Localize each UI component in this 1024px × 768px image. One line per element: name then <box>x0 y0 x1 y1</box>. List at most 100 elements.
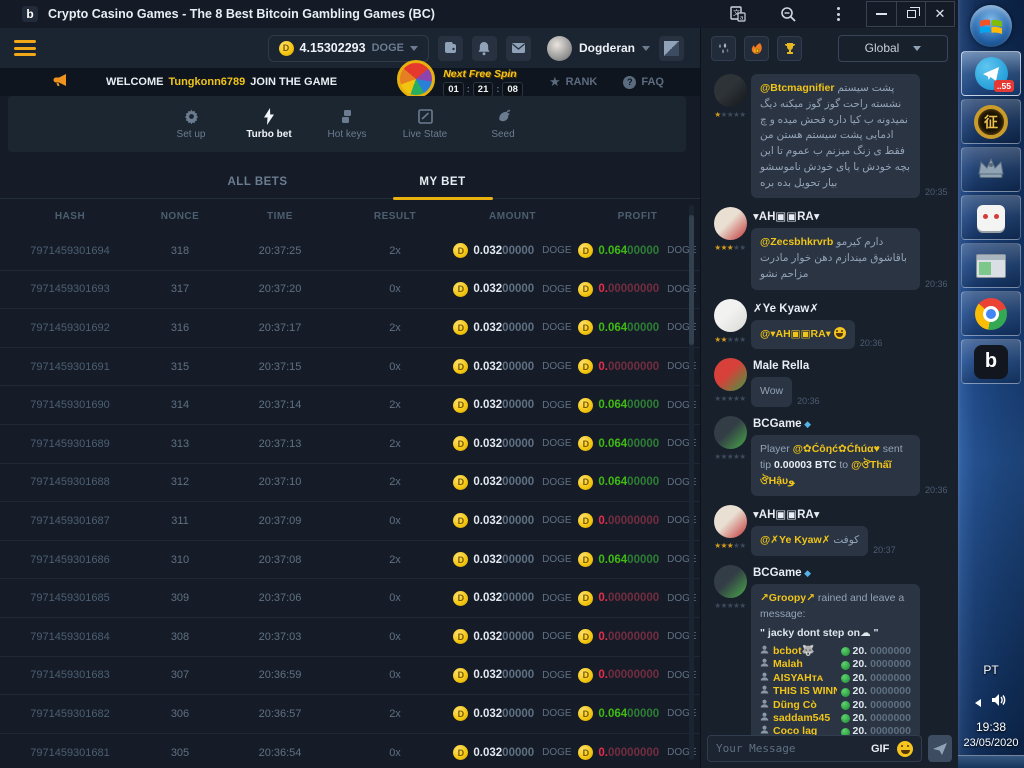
game-tab-turbo-bet[interactable]: Turbo bet <box>243 108 295 140</box>
bet-row[interactable]: 797145930168631020:37:082xD0.03200000DOG… <box>0 541 700 580</box>
bet-hash[interactable]: 7971459301686 <box>0 554 140 566</box>
menu-dots-icon[interactable] <box>828 5 848 23</box>
translate-icon[interactable]: 文a <box>728 5 748 23</box>
tab-my-bet[interactable]: MY BET <box>393 170 493 198</box>
taskbar-item-bc-game[interactable]: b <box>961 339 1021 384</box>
send-message-button[interactable] <box>928 735 952 762</box>
bet-nonce: 310 <box>140 554 220 566</box>
message-username[interactable]: Male Rella <box>753 360 950 372</box>
user-avatar[interactable] <box>714 74 747 107</box>
bet-hash[interactable]: 7971459301694 <box>0 245 140 257</box>
bet-row[interactable]: 797145930168130520:36:540xD0.03200000DOG… <box>0 734 700 768</box>
bet-row[interactable]: 797145930168330720:36:590xD0.03200000DOG… <box>0 657 700 696</box>
user-mention[interactable]: @▾AH▣▣RA▾ <box>760 328 831 340</box>
chat-input-box[interactable]: GIF <box>707 735 922 762</box>
bet-row[interactable]: 797145930168530920:37:060xD0.03200000DOG… <box>0 579 700 618</box>
bet-row[interactable]: 797145930168230620:36:572xD0.03200000DOG… <box>0 695 700 734</box>
welcome-banner: WELCOME Tungkonn6789 JOIN THE GAME Next … <box>0 68 700 96</box>
bet-hash[interactable]: 7971459301683 <box>0 669 140 681</box>
message-username[interactable]: BCGame ◆ <box>753 418 950 430</box>
bet-row[interactable]: 797145930169131520:37:150xD0.03200000DOG… <box>0 348 700 387</box>
fireball-icon[interactable]: D <box>744 36 769 61</box>
theme-toggle-button[interactable] <box>659 36 684 61</box>
chat-channel-select[interactable]: Global <box>838 35 948 62</box>
game-tab-seed[interactable]: Seed <box>477 108 529 140</box>
user-avatar[interactable] <box>714 505 747 538</box>
zoom-out-icon[interactable] <box>778 5 798 23</box>
close-button[interactable]: ✕ <box>925 2 954 26</box>
speaker-icon[interactable] <box>991 693 1007 712</box>
bet-row[interactable]: 797145930168931320:37:132xD0.03200000DOG… <box>0 425 700 464</box>
rain-sender[interactable]: ↗Groopy↗ <box>760 592 815 604</box>
winner-name[interactable]: Coco lag <box>773 724 817 735</box>
message-input[interactable] <box>716 742 863 755</box>
tray-expand-icon[interactable] <box>975 699 981 707</box>
bet-row[interactable]: 797145930169431820:37:252xD0.03200000DOG… <box>0 232 700 271</box>
taskbar-item-telegram[interactable]: ..55 <box>961 51 1021 96</box>
rain-icon[interactable] <box>711 36 736 61</box>
taskbar-item-dice[interactable] <box>961 195 1021 240</box>
column-header-result: RESULT <box>340 211 450 222</box>
balance-selector[interactable]: D 4.15302293 DOGE <box>268 35 429 62</box>
tab-all-bets[interactable]: ALL BETS <box>208 170 308 198</box>
trophy-icon[interactable] <box>777 36 802 61</box>
mail-button[interactable] <box>506 36 531 61</box>
taskbar-item-windows-start[interactable] <box>961 3 1021 48</box>
show-desktop-button[interactable] <box>958 755 1024 768</box>
bet-hash[interactable]: 7971459301691 <box>0 361 140 373</box>
language-indicator[interactable]: PT <box>983 663 998 677</box>
free-spin-widget[interactable]: Next Free Spin 01 : 21 : 08 <box>397 66 523 98</box>
wallet-button[interactable] <box>438 36 463 61</box>
bet-hash[interactable]: 7971459301690 <box>0 399 140 411</box>
rank-link[interactable]: ★ RANK <box>549 74 597 90</box>
bet-hash[interactable]: 7971459301687 <box>0 515 140 527</box>
game-tab-hot-keys[interactable]: Hot keys <box>321 108 373 140</box>
taskbar-item-game-emblem[interactable]: 征 <box>961 99 1021 144</box>
bet-hash[interactable]: 7971459301692 <box>0 322 140 334</box>
faq-link[interactable]: ? FAQ <box>623 76 664 89</box>
user-menu[interactable]: Dogderan <box>547 36 650 61</box>
table-scrollbar[interactable] <box>689 205 694 760</box>
game-tab-set-up[interactable]: Set up <box>165 108 217 140</box>
user-avatar[interactable] <box>714 207 747 240</box>
taskbar-item-chrome[interactable] <box>961 291 1021 336</box>
taskbar-item-window-app[interactable] <box>961 243 1021 288</box>
emoji-picker-button[interactable] <box>897 741 913 757</box>
hamburger-menu-icon[interactable] <box>14 40 36 56</box>
bet-row[interactable]: 797145930168831220:37:102xD0.03200000DOG… <box>0 464 700 503</box>
bet-hash[interactable]: 7971459301689 <box>0 438 140 450</box>
user-mention[interactable]: @✗Ye Kyaw✗ <box>760 534 830 546</box>
bet-hash[interactable]: 7971459301685 <box>0 592 140 604</box>
user-avatar[interactable] <box>714 358 747 391</box>
bet-hash[interactable]: 7971459301693 <box>0 283 140 295</box>
user-avatar[interactable] <box>714 416 747 449</box>
bet-hash[interactable]: 7971459301684 <box>0 631 140 643</box>
clock-time[interactable]: 19:38 <box>976 720 1006 734</box>
game-tab-live-state[interactable]: Live State <box>399 108 451 140</box>
notifications-bell-button[interactable] <box>472 36 497 61</box>
bet-row[interactable]: 797145930169231620:37:172xD0.03200000DOG… <box>0 309 700 348</box>
clock-date[interactable]: 23/05/2020 <box>963 737 1018 749</box>
message-username[interactable]: ✗Ye Kyaw✗ <box>753 301 950 315</box>
bet-hash[interactable]: 7971459301681 <box>0 747 140 759</box>
bet-row[interactable]: 797145930168731120:37:090xD0.03200000DOG… <box>0 502 700 541</box>
user-avatar[interactable] <box>714 565 747 598</box>
bet-hash[interactable]: 7971459301688 <box>0 476 140 488</box>
gif-button[interactable]: GIF <box>871 743 889 755</box>
bet-row[interactable]: 797145930168430820:37:030xD0.03200000DOG… <box>0 618 700 657</box>
message-username[interactable]: ▾AH▣▣RA▾ <box>753 507 950 521</box>
user-avatar[interactable] <box>714 299 747 332</box>
taskbar-item-crown[interactable] <box>961 147 1021 192</box>
bet-row[interactable]: 797145930169031420:37:142xD0.03200000DOG… <box>0 386 700 425</box>
star-rating: ★★★★★ <box>714 243 745 252</box>
message-username[interactable]: ▾AH▣▣RA▾ <box>753 209 950 223</box>
user-mention[interactable]: @Btcmagnifier <box>760 82 834 94</box>
bet-hash[interactable]: 7971459301682 <box>0 708 140 720</box>
user-mention[interactable]: @✿Ćôŋć✿Ćɦúα♥ <box>793 443 880 455</box>
restore-button[interactable] <box>896 2 925 26</box>
minimize-button[interactable] <box>867 2 896 26</box>
message-username[interactable]: BCGame ◆ <box>753 567 950 579</box>
user-mention[interactable]: @Zecsbhkrvrb <box>760 236 833 248</box>
bet-row[interactable]: 797145930169331720:37:200xD0.03200000DOG… <box>0 271 700 310</box>
scrollbar-thumb[interactable] <box>689 215 694 345</box>
